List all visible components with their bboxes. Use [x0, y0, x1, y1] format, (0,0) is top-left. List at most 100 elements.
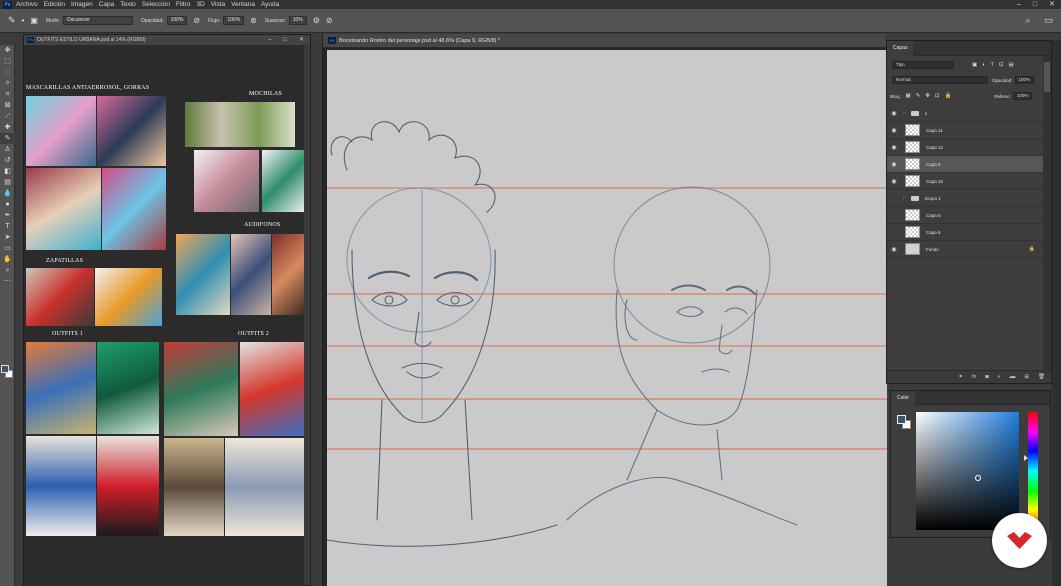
foreground-color-swatch[interactable]: [1, 365, 9, 373]
menu-texto[interactable]: Texto: [120, 1, 136, 8]
clone-stamp-icon[interactable]: ♙: [0, 144, 15, 155]
eye-icon[interactable]: ◉: [887, 246, 901, 253]
lasso-tool-icon[interactable]: ◌: [0, 67, 15, 78]
menu-capa[interactable]: Capa: [99, 1, 115, 8]
menu-ayuda[interactable]: Ayuda: [261, 1, 279, 8]
menu-archivo[interactable]: Archivo: [16, 1, 38, 8]
healing-brush-icon[interactable]: ✚: [0, 122, 15, 133]
reference-document-titlebar[interactable]: Ps OUTFITS ESTILO URBANA.psd al 14% (RGB…: [24, 35, 310, 45]
type-tool-icon[interactable]: T: [0, 221, 15, 232]
lock-icons[interactable]: ▦✎✥⊡🔒: [906, 93, 957, 99]
layer-fill-input[interactable]: 100%: [1012, 92, 1033, 100]
reference-scrollbar[interactable]: [304, 45, 310, 585]
menu-filtro[interactable]: Filtro: [176, 1, 190, 8]
minimize-icon[interactable]: –: [1017, 0, 1021, 9]
layers-scrollbar[interactable]: [1043, 56, 1051, 372]
eye-icon[interactable]: ◉: [887, 110, 901, 117]
workspace-icon[interactable]: ▭: [1044, 15, 1053, 26]
eyedropper-icon[interactable]: ⟋: [0, 111, 15, 122]
brush-tool-icon[interactable]: ✎: [0, 133, 15, 144]
opacity-input[interactable]: 100%: [166, 16, 188, 25]
opacity-label: Opacidad:: [992, 77, 1013, 83]
smoothing-input[interactable]: 10%: [288, 16, 307, 25]
hand-tool-icon[interactable]: ✋: [0, 254, 15, 265]
layer-row-capa-10[interactable]: ◉ Capa 10: [887, 173, 1043, 190]
close-icon[interactable]: ✕: [1049, 0, 1055, 9]
drawing-canvas[interactable]: [327, 50, 887, 586]
tools-panel: ✥ ⬚ ◌ ✧ ⌗ ⊠ ⟋ ✚ ✎ ♙ ↺ ◧ ▤ 💧 ● ✒ T ➤ ▭ ✋ …: [0, 45, 15, 586]
chevron-right-icon[interactable]: ›: [903, 195, 905, 201]
layer-row-fondo[interactable]: ◉ Fondo 🔒: [887, 241, 1043, 258]
close-icon[interactable]: ✕: [299, 35, 304, 45]
adjustment-layer-icon[interactable]: ◐: [998, 374, 1001, 380]
menu-ventana[interactable]: Ventana: [231, 1, 255, 8]
tab-layers[interactable]: Capas: [887, 41, 914, 56]
layer-row-capa-9[interactable]: ◉ Capa 9: [887, 156, 1043, 173]
lock-icon: 🔒: [1028, 246, 1035, 252]
filter-icons[interactable]: ▣◐T⊡▤: [972, 62, 1019, 68]
foreground-color-swatch[interactable]: [897, 415, 906, 424]
flow-input[interactable]: 100%: [223, 16, 245, 25]
brush-preset-icon[interactable]: •: [22, 16, 25, 25]
maximize-icon[interactable]: □: [283, 35, 287, 45]
dodge-tool-icon[interactable]: ●: [0, 199, 15, 210]
layer-row-capa-11[interactable]: ◉ Capa 11: [887, 122, 1043, 139]
marquee-tool-icon[interactable]: ⬚: [0, 56, 15, 67]
magic-wand-icon[interactable]: ✧: [0, 78, 15, 89]
photo-mask-4: [102, 168, 166, 250]
eraser-icon[interactable]: ◧: [0, 166, 15, 177]
layer-row-grupo-1[interactable]: › Grupo 1: [887, 190, 1043, 207]
history-brush-icon[interactable]: ↺: [0, 155, 15, 166]
more-tools-icon[interactable]: ⋯: [0, 276, 15, 287]
layer-mask-icon[interactable]: ◙: [985, 374, 988, 380]
minimize-icon[interactable]: –: [268, 35, 271, 45]
color-picker-cursor[interactable]: [975, 475, 981, 481]
layer-thumbnail: [905, 243, 920, 255]
menu-edicion[interactable]: Edición: [44, 1, 65, 8]
layer-row-capa-6[interactable]: Capa 6: [887, 224, 1043, 241]
maximize-icon[interactable]: □: [1033, 0, 1037, 9]
layer-row-capa-12[interactable]: ◉ Capa 12: [887, 139, 1043, 156]
lock-label: Bloq.:: [890, 93, 902, 99]
pressure-size-icon[interactable]: ⊘: [326, 16, 333, 25]
eye-icon[interactable]: ◉: [887, 127, 901, 134]
trash-icon[interactable]: 🗑: [1038, 374, 1045, 380]
zoom-tool-icon[interactable]: ⌕: [0, 265, 15, 276]
mode-select[interactable]: Oscurecer: [62, 16, 133, 25]
new-group-icon[interactable]: ▬: [1010, 374, 1016, 380]
eye-icon[interactable]: ◉: [887, 144, 901, 151]
menu-vista[interactable]: Vista: [211, 1, 225, 8]
eye-icon[interactable]: ◉: [887, 178, 901, 185]
eye-icon[interactable]: ◉: [887, 161, 901, 168]
main-document-tab[interactable]: Ps Bocetoando Rostro del personaje.psd a…: [323, 34, 886, 48]
link-layers-icon[interactable]: ⚭: [958, 374, 963, 380]
move-tool-icon[interactable]: ✥: [0, 45, 15, 56]
fx-icon[interactable]: fx: [972, 374, 976, 380]
menu-3d[interactable]: 3D: [196, 1, 204, 8]
layer-row-group-1[interactable]: ◉ › 1: [887, 105, 1043, 122]
blur-tool-icon[interactable]: 💧: [0, 188, 15, 199]
brush-panel-icon[interactable]: ▣: [30, 16, 38, 25]
layer-row-capa-5[interactable]: Capa 5: [887, 207, 1043, 224]
frame-tool-icon[interactable]: ⊠: [0, 100, 15, 111]
airbrush-icon[interactable]: ⊛: [250, 16, 257, 25]
brush-tool-icon[interactable]: ✎: [8, 15, 16, 26]
pen-tool-icon[interactable]: ✒: [0, 210, 15, 221]
blend-mode-select[interactable]: Normal: [892, 76, 988, 84]
photo-outfit2-2: [240, 342, 305, 436]
rectangle-tool-icon[interactable]: ▭: [0, 243, 15, 254]
search-icon[interactable]: ⌕: [1025, 15, 1030, 26]
layer-opacity-input[interactable]: 100%: [1014, 76, 1035, 84]
crop-tool-icon[interactable]: ⌗: [0, 89, 15, 100]
tab-color[interactable]: Color: [891, 391, 915, 405]
path-selection-icon[interactable]: ➤: [0, 232, 15, 243]
layer-filter-select[interactable]: Tipo: [892, 61, 954, 69]
gradient-icon[interactable]: ▤: [0, 177, 15, 188]
chevron-right-icon[interactable]: ›: [903, 110, 905, 116]
side-jaw: [615, 289, 758, 426]
gear-icon[interactable]: ⚙: [313, 16, 320, 25]
pressure-opacity-icon[interactable]: ⊘: [193, 16, 200, 25]
menu-imagen[interactable]: Imagen: [71, 1, 93, 8]
menu-seleccion[interactable]: Selección: [142, 1, 170, 8]
new-layer-icon[interactable]: ⊞: [1024, 374, 1029, 380]
